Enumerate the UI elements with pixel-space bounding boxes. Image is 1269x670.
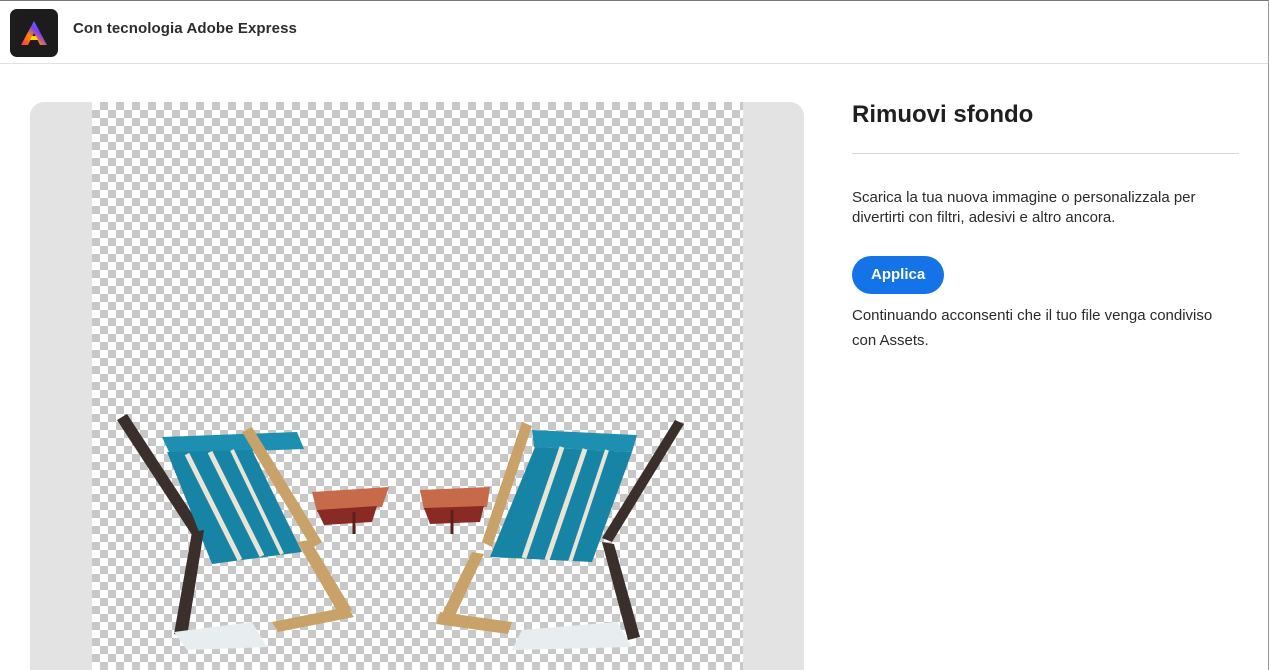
right-beach-chair: [420, 420, 684, 650]
consent-text: Continuando acconsenti che il tuo file v…: [852, 307, 1213, 349]
divider: [852, 153, 1239, 154]
apply-button[interactable]: Applica: [852, 256, 945, 294]
header-title: Con tecnologia Adobe Express: [73, 20, 297, 37]
app-window: Con tecnologia Adobe Express Rimuovi sfo…: [0, 0, 1269, 670]
header-bar: Con tecnologia Adobe Express: [0, 1, 1268, 64]
image-preview-panel: [30, 102, 804, 670]
left-beach-chair: [117, 414, 389, 650]
beach-chairs-image: [117, 414, 684, 650]
adobe-express-logo-icon[interactable]: [10, 9, 58, 57]
panel-description: Scarica la tua nuova immagine o personal…: [852, 189, 1196, 226]
panel-title: Rimuovi sfondo: [852, 101, 1034, 128]
transparency-checkerboard: [92, 102, 743, 670]
side-panel: Rimuovi sfondo Scarica la tua nuova imma…: [852, 101, 1240, 353]
